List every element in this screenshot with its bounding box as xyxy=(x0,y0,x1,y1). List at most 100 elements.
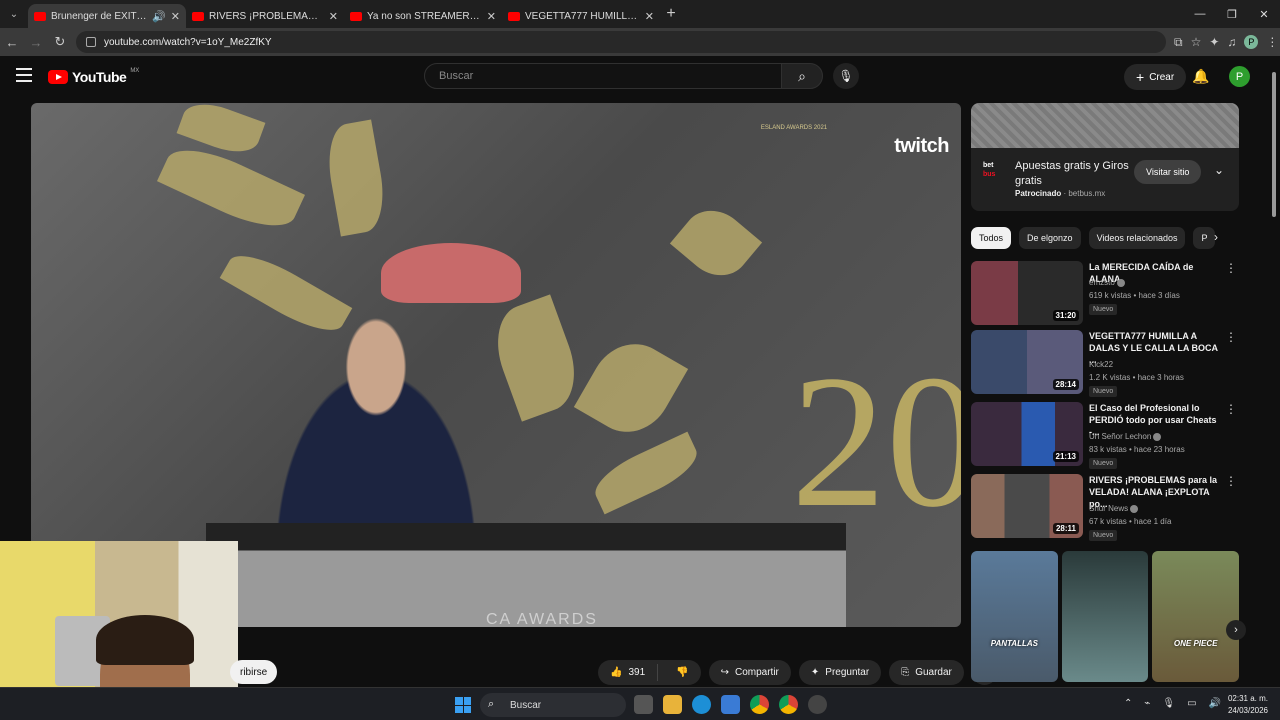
more-options-icon[interactable]: ⋮ xyxy=(1225,402,1237,416)
site-info-icon[interactable] xyxy=(86,37,96,47)
chrome-icon[interactable] xyxy=(750,695,769,714)
recommendation-item[interactable]: 21:13 El Caso del Profesional lo PERDIÓ … xyxy=(971,402,1239,469)
background-leaf xyxy=(321,119,391,237)
bookmark-star-icon[interactable]: ☆ xyxy=(1191,35,1202,49)
duration-badge: 28:11 xyxy=(1052,523,1079,534)
browser-tab-3[interactable]: Ya no son STREAMERS , Son estafadores ✕ xyxy=(344,4,502,28)
notifications-bell-icon[interactable]: 🔔 xyxy=(1192,68,1209,85)
scrollbar-thumb[interactable] xyxy=(1272,72,1276,217)
page-scrollbar[interactable] xyxy=(1270,60,1278,687)
tab-title: VEGETTA777 HUMILLA A DALAS xyxy=(525,10,640,22)
recommendation-item[interactable]: 28:11 RIVERS ¡PROBLEMAS para la VELADA! … xyxy=(971,474,1239,541)
browser-tab-2[interactable]: RIVERS ¡PROBLEMAS para la VELADA! ✕ xyxy=(186,4,344,28)
share-button[interactable]: ↪ Compartir xyxy=(708,660,791,685)
extensions-icon[interactable]: ✦ xyxy=(1209,35,1219,49)
new-tab-button[interactable]: + xyxy=(660,5,682,23)
app-icon[interactable] xyxy=(808,695,827,714)
browser-profile-avatar[interactable]: P xyxy=(1244,35,1259,49)
create-button[interactable]: + Crear xyxy=(1124,64,1187,90)
share-icon: ↪ xyxy=(720,667,729,678)
short-video[interactable]: ONE PIECE xyxy=(1152,551,1240,682)
file-explorer-icon[interactable] xyxy=(663,695,682,714)
maximize-icon[interactable]: ❐ xyxy=(1216,0,1248,28)
chip-all[interactable]: Todos xyxy=(971,227,1012,249)
tab-search-menu-button[interactable]: ⌄ xyxy=(0,0,28,28)
video-meta: 1.2 K vistas • hace 3 horas xyxy=(1089,373,1184,382)
menu-icon[interactable] xyxy=(16,68,32,82)
chevron-up-icon[interactable]: ⌃ xyxy=(1124,698,1132,709)
video-thumbnail[interactable]: 28:11 xyxy=(971,474,1083,538)
audio-icon[interactable]: 🔊 xyxy=(152,10,166,23)
more-options-icon[interactable]: ⋮ xyxy=(1225,474,1237,488)
sponsored-label: Patrocinado xyxy=(1015,189,1062,198)
chip-channel[interactable]: De elgonzo xyxy=(1019,227,1081,249)
volume-icon[interactable]: 🔊 xyxy=(1209,698,1221,709)
browser-menu-icon[interactable]: ⋮ xyxy=(1266,35,1278,49)
chevron-right-icon[interactable]: › xyxy=(1226,620,1246,640)
task-view-icon[interactable] xyxy=(634,695,653,714)
twitch-logo: twitch xyxy=(894,135,949,157)
visit-site-button[interactable]: Visitar sitio xyxy=(1134,160,1202,184)
edge-icon[interactable] xyxy=(692,695,711,714)
subscribe-button[interactable]: ribirse xyxy=(230,660,278,684)
sparkle-icon: ✦ xyxy=(810,667,820,678)
taskbar-search[interactable]: ⌕ Buscar xyxy=(480,693,626,717)
filter-chips: Todos De elgonzo Videos relacionados P xyxy=(971,227,1239,249)
windows-start-icon[interactable] xyxy=(455,697,471,713)
network-icon[interactable]: ⌁ xyxy=(1144,698,1150,709)
minimize-icon[interactable]: — xyxy=(1184,0,1216,28)
sponsored-ad[interactable]: bet bus Apuestas gratis y Giros gratis Pa… xyxy=(971,103,1239,211)
reload-icon[interactable]: ↻ xyxy=(48,30,72,54)
browser-tab-4[interactable]: VEGETTA777 HUMILLA A DALAS ✕ xyxy=(502,4,660,28)
browser-tab-1[interactable]: Brunenger de EXITO a TRAGEDIA 🔊 ✕ xyxy=(28,4,186,28)
youtube-logo[interactable]: YouTube MX xyxy=(48,68,139,85)
short-video[interactable] xyxy=(1061,551,1149,682)
video-thumbnail[interactable]: 28:14 xyxy=(971,330,1083,394)
dislike-button[interactable]: 👎 xyxy=(664,667,700,678)
short-video[interactable]: PANTALLAS xyxy=(971,551,1058,682)
save-label: Guardar xyxy=(915,667,952,678)
chip-related[interactable]: Videos relacionados xyxy=(1088,227,1186,249)
search-input[interactable]: Buscar xyxy=(424,63,782,89)
close-tab-icon[interactable]: ✕ xyxy=(171,10,180,23)
close-tab-icon[interactable]: ✕ xyxy=(329,10,338,23)
youtube-favicon-icon xyxy=(508,11,520,21)
cast-icon[interactable]: ⧉ xyxy=(1174,35,1183,50)
chevron-right-icon[interactable]: › xyxy=(1214,230,1218,244)
more-options-icon[interactable]: ⋮ xyxy=(1225,330,1237,344)
system-clock[interactable]: 02:31 a. m. 24/03/2026 xyxy=(1226,693,1268,717)
display-icon[interactable]: ▭ xyxy=(1187,698,1196,709)
verified-icon xyxy=(1153,432,1162,441)
create-label: Crear xyxy=(1149,71,1175,83)
channel-label: Un Señor Lechon xyxy=(1089,432,1152,441)
recommendation-item[interactable]: 31:20 La MERECIDA CAÍDA de ALANA emzsto … xyxy=(971,261,1239,325)
microphone-icon[interactable]: 🎙 xyxy=(1162,698,1175,709)
chip-more[interactable]: P xyxy=(1193,227,1216,249)
address-bar[interactable]: youtube.com/watch?v=1oY_Me2ZfKY xyxy=(76,31,1166,53)
store-icon[interactable] xyxy=(721,695,740,714)
new-badge: Nuevo xyxy=(1089,304,1118,315)
back-icon[interactable]: ← xyxy=(0,30,24,54)
search-icon[interactable]: ⌕ xyxy=(781,63,823,89)
account-avatar[interactable]: P xyxy=(1229,66,1250,87)
close-window-icon[interactable]: ✕ xyxy=(1248,0,1280,28)
chevron-down-icon[interactable]: ⌄ xyxy=(1214,163,1224,177)
forward-icon[interactable]: → xyxy=(24,30,48,54)
video-thumbnail[interactable]: 21:13 xyxy=(971,402,1083,466)
video-thumbnail[interactable]: 31:20 xyxy=(971,261,1083,325)
media-control-icon[interactable]: ♫ xyxy=(1227,35,1236,49)
background-leaf xyxy=(669,197,763,289)
video-meta: 619 k vistas • hace 3 días xyxy=(1089,291,1180,300)
save-button[interactable]: ⎘ Guardar xyxy=(889,660,964,685)
recommendation-item[interactable]: 28:14 VEGETTA777 HUMILLA A DALAS Y LE CA… xyxy=(971,330,1239,397)
close-tab-icon[interactable]: ✕ xyxy=(645,10,654,23)
chrome-profile-icon[interactable] xyxy=(779,695,798,714)
video-meta: 83 k vistas • hace 23 horas xyxy=(1089,445,1185,454)
close-tab-icon[interactable]: ✕ xyxy=(487,10,496,23)
like-button[interactable]: 👍 391 xyxy=(598,664,659,681)
video-meta: 67 k vistas • hace 1 día xyxy=(1089,517,1172,526)
more-options-icon[interactable]: ⋮ xyxy=(1225,261,1237,275)
microphone-icon[interactable]: 🎙 xyxy=(833,63,859,89)
shorts-shelf: PANTALLAS ONE PIECE xyxy=(971,551,1240,682)
ask-button[interactable]: ✦ Preguntar xyxy=(798,660,882,685)
